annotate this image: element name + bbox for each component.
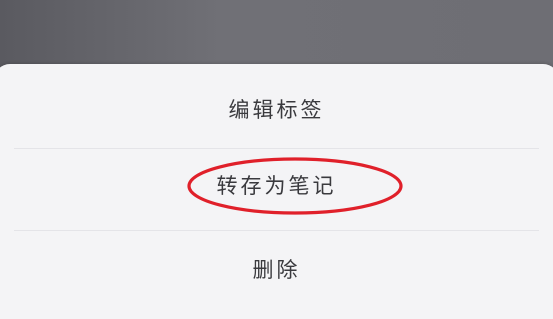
screen: 编辑标签 转存为笔记 删除	[0, 0, 553, 319]
menu-item-edit-tags[interactable]: 编辑标签	[0, 80, 553, 138]
menu-item-save-as-note[interactable]: 转存为笔记	[0, 156, 553, 214]
menu-item-label: 编辑标签	[228, 98, 325, 122]
dimmed-backdrop[interactable]	[0, 0, 553, 70]
menu-item-delete[interactable]: 删除	[0, 240, 553, 298]
menu-item-label: 转存为笔记	[216, 174, 337, 198]
action-sheet: 编辑标签 转存为笔记 删除	[0, 64, 553, 319]
divider	[14, 148, 539, 149]
menu-item-label: 删除	[252, 258, 301, 282]
divider	[14, 230, 539, 231]
